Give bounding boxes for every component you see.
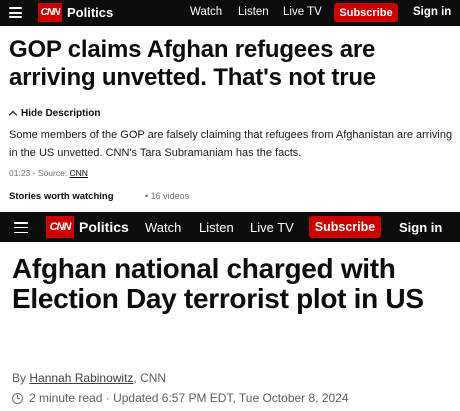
subscribe-button[interactable]: Subscribe — [309, 216, 381, 238]
author-link[interactable]: Hannah Rabinowitz — [29, 371, 133, 385]
nav-link-live-tv[interactable]: Live TV — [283, 6, 322, 18]
article-headline: Afghan national charged with Election Da… — [12, 253, 424, 314]
byline-prefix: By — [12, 371, 27, 385]
hide-description-label: Hide Description — [21, 108, 101, 119]
byline-outlet: , CNN — [133, 371, 167, 385]
nav-link-watch[interactable]: Watch — [145, 220, 181, 235]
nav-link-listen[interactable]: Listen — [238, 6, 269, 18]
updated-time: Updated 6:57 PM EDT, Tue October 8, 2024 — [113, 391, 349, 405]
video-meta: 01:23 - Source: CNN — [9, 168, 88, 178]
cnn-logo[interactable]: CNN — [38, 3, 62, 22]
byline: By Hannah Rabinowitz, CNN — [12, 371, 166, 385]
hamburger-menu-icon[interactable] — [9, 7, 22, 18]
article-timestamp: 2 minute read · Updated 6:57 PM EDT, Tue… — [12, 391, 349, 405]
cnn-logo[interactable]: CNN — [46, 216, 74, 238]
section-title[interactable]: Politics — [79, 219, 129, 235]
chevron-up-icon — [8, 110, 18, 120]
video-count: • 16 videos — [145, 191, 190, 201]
hide-description-toggle[interactable]: Hide Description — [8, 108, 101, 120]
sign-in-link[interactable]: Sign in — [399, 220, 442, 235]
video-headline: GOP claims Afghan refugees are arriving … — [9, 36, 376, 91]
stories-worth-watching[interactable]: Stories worth watching — [9, 191, 114, 202]
video-description: Some members of the GOP are falsely clai… — [9, 129, 453, 159]
video-duration: 01:23 — [9, 168, 31, 178]
source-label: Source: — [37, 168, 68, 178]
subscribe-button[interactable]: Subscribe — [334, 3, 398, 22]
clock-icon — [12, 392, 23, 404]
nav-link-watch[interactable]: Watch — [190, 6, 222, 18]
hamburger-menu-icon[interactable] — [14, 222, 28, 233]
video-count-text: 16 videos — [150, 191, 190, 201]
article-navbar: CNN Politics Watch Listen Live TV Subscr… — [0, 212, 460, 242]
source-link[interactable]: CNN — [70, 168, 88, 178]
nav-link-listen[interactable]: Listen — [199, 220, 234, 235]
sign-in-link[interactable]: Sign in — [413, 6, 451, 18]
section-title[interactable]: Politics — [67, 5, 113, 20]
read-time: 2 minute read — [29, 391, 103, 405]
nav-link-live-tv[interactable]: Live TV — [250, 220, 294, 235]
top-navbar: CNN Politics Watch Listen Live TV Subscr… — [0, 0, 460, 26]
